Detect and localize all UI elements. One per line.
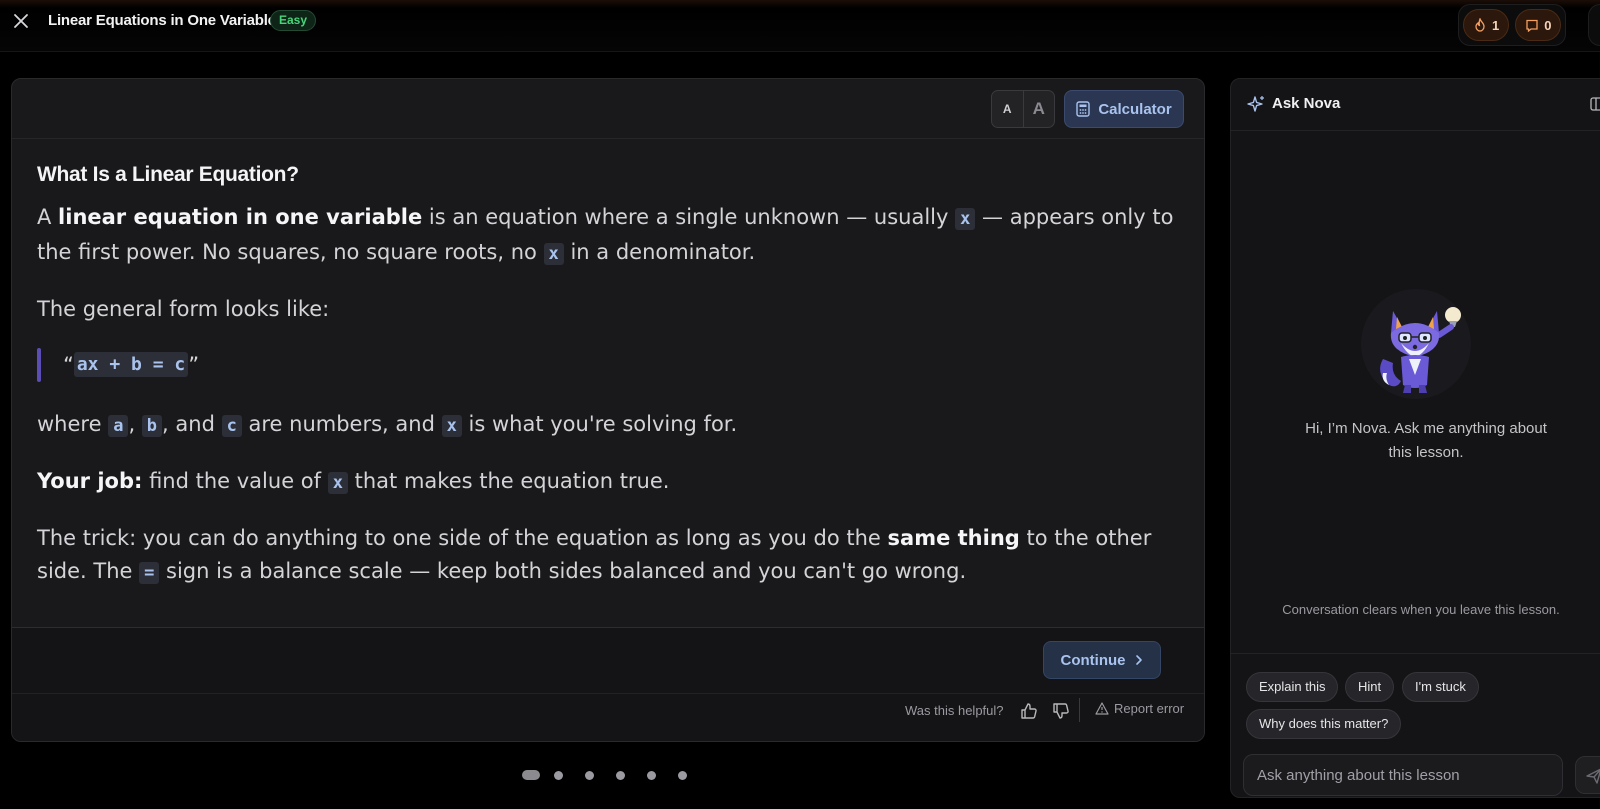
conversation-note: Conversation clears when you leave this … xyxy=(1282,602,1560,617)
calculator-icon xyxy=(1076,101,1091,117)
send-button[interactable] xyxy=(1575,756,1600,794)
continue-label: Continue xyxy=(1060,651,1126,669)
paragraph-variables: where a, b, and c are numbers, and x is … xyxy=(37,408,1177,443)
thumbs-down-icon[interactable] xyxy=(1050,700,1072,722)
nova-divider xyxy=(1231,653,1600,654)
lesson-card: A A Calculator What Is a Linear Equation… xyxy=(11,78,1205,742)
footer-separator xyxy=(1079,698,1080,722)
paragraph-trick: The trick: you can do anything to one si… xyxy=(37,522,1177,590)
chip-why-matter[interactable]: Why does this matter? xyxy=(1246,709,1402,739)
paragraph-your-job: Your job: find the value of x that makes… xyxy=(37,465,1177,500)
page-dot-2[interactable] xyxy=(554,770,563,780)
streak-count: 1 xyxy=(1492,17,1500,33)
page-dot-4[interactable] xyxy=(616,770,625,780)
nova-greeting: Hi, I’m Nova. Ask me anything about this… xyxy=(1305,420,1547,461)
report-error-button[interactable]: Report error xyxy=(1095,701,1184,716)
text: is what you're solving for. xyxy=(461,412,738,436)
lesson-content: What Is a Linear Equation? A linear equa… xyxy=(37,139,1197,709)
formula-quote: “ax + b = c” xyxy=(37,348,1197,382)
flame-icon xyxy=(1475,18,1485,32)
quote-open: “ xyxy=(63,354,74,375)
bold-term: same thing xyxy=(887,526,1020,550)
lesson-title: Linear Equations in One Variable xyxy=(48,12,276,29)
thumbs-up-icon[interactable] xyxy=(1018,700,1040,722)
text: , and xyxy=(162,412,222,436)
inline-code: = xyxy=(139,562,160,584)
nova-mascot-illustration xyxy=(1361,289,1471,399)
quote-close: ” xyxy=(188,354,200,375)
bold-term: Your job: xyxy=(37,469,143,493)
nova-title: Ask Nova xyxy=(1272,95,1341,112)
font-size-toggle: A A xyxy=(991,90,1055,128)
paragraph-definition: A linear equation in one variable is an … xyxy=(37,201,1177,271)
inline-code: b xyxy=(141,415,163,437)
saved-count: 0 xyxy=(1544,17,1552,33)
profile-button[interactable] xyxy=(1588,4,1600,46)
warning-icon xyxy=(1095,702,1109,715)
ask-nova-input[interactable] xyxy=(1243,754,1563,796)
font-small-button[interactable]: A xyxy=(992,91,1024,127)
nova-header: Ask Nova xyxy=(1231,79,1600,131)
helpful-label: Was this helpful? xyxy=(905,703,1004,718)
paragraph-general-form: The general form looks like: xyxy=(37,297,330,321)
calculator-label: Calculator xyxy=(1098,100,1172,118)
chip-im-stuck[interactable]: I'm stuck xyxy=(1402,672,1479,702)
page-dot-1[interactable] xyxy=(522,770,540,780)
chip-hint[interactable]: Hint xyxy=(1345,672,1395,702)
text: , xyxy=(128,412,142,436)
difficulty-badge: Easy xyxy=(270,10,317,31)
text: find the value of xyxy=(142,469,328,493)
chevron-right-icon xyxy=(1135,655,1142,665)
font-large-button[interactable]: A xyxy=(1024,91,1055,127)
inline-code: c xyxy=(221,415,242,437)
inline-code: a xyxy=(108,415,129,437)
card-toolbar: A A Calculator xyxy=(12,79,1204,139)
text: that makes the equation true. xyxy=(347,469,670,493)
chip-explain-this[interactable]: Explain this xyxy=(1246,672,1339,702)
calculator-button[interactable]: Calculator xyxy=(1064,90,1184,128)
saved-pill[interactable]: 0 xyxy=(1515,9,1562,41)
lesson-pagination xyxy=(522,770,709,780)
formula-code: ax + b = c xyxy=(73,352,189,377)
text: are numbers, and xyxy=(241,412,442,436)
text: sign is a balance scale — keep both side… xyxy=(159,559,967,583)
collapse-panel-icon[interactable] xyxy=(1590,96,1600,112)
stats-group: 1 0 xyxy=(1458,4,1567,46)
text: The trick: you can do anything to one si… xyxy=(37,526,888,550)
ask-nova-panel: Ask Nova Hi, I’m Nova. Ask me anything a… xyxy=(1230,78,1600,798)
inline-code: x xyxy=(441,415,462,437)
bold-term: linear equation in one variable xyxy=(58,205,423,229)
lesson-heading: What Is a Linear Equation? xyxy=(37,163,299,186)
close-icon[interactable] xyxy=(10,10,32,32)
page-dot-3[interactable] xyxy=(585,770,594,780)
text: is an equation where a single unknown — … xyxy=(422,205,956,229)
inline-code: x xyxy=(327,472,348,494)
streak-pill[interactable]: 1 xyxy=(1463,9,1510,41)
inline-code: x xyxy=(543,243,564,265)
continue-button[interactable]: Continue xyxy=(1043,641,1161,679)
card-footer: Continue Was this helpful? Report error xyxy=(12,627,1204,741)
bookmark-icon xyxy=(1526,19,1538,32)
send-icon xyxy=(1586,768,1600,784)
page-dot-5[interactable] xyxy=(647,770,656,780)
text: where xyxy=(37,412,109,436)
footer-divider xyxy=(12,693,1204,694)
top-bar: Linear Equations in One Variable Easy 1 … xyxy=(0,0,1600,52)
report-error-label: Report error xyxy=(1114,701,1185,716)
sparkle-icon xyxy=(1247,96,1264,112)
inline-code: x xyxy=(955,208,976,230)
text: A xyxy=(37,205,59,229)
text: in a denominator. xyxy=(563,240,756,264)
page-dot-6[interactable] xyxy=(678,770,687,780)
